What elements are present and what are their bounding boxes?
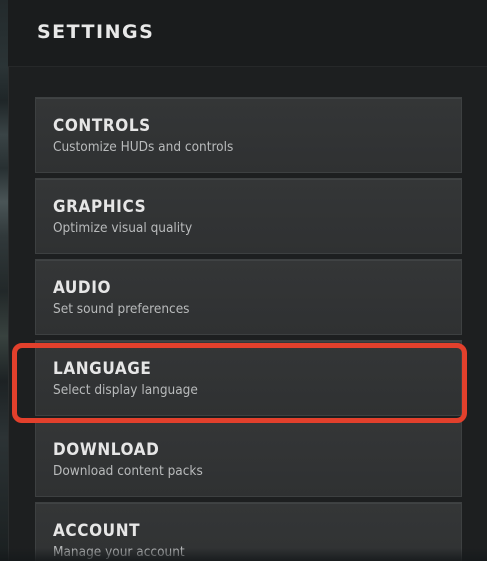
menu-item-subtitle: Select display language [53, 382, 198, 398]
menu-item-subtitle: Customize HUDs and controls [53, 139, 234, 155]
settings-screen: SETTINGS CONTROLS Customize HUDs and con… [0, 0, 487, 561]
menu-item-subtitle: Manage your account [53, 544, 185, 560]
menu-item-audio[interactable]: AUDIO Set sound preferences [35, 259, 462, 335]
page-title: SETTINGS [37, 21, 155, 43]
menu-item-download[interactable]: DOWNLOAD Download content packs [35, 421, 462, 497]
settings-panel: SETTINGS CONTROLS Customize HUDs and con… [8, 0, 487, 561]
settings-header: SETTINGS [8, 0, 487, 67]
menu-item-title: CONTROLS [53, 116, 151, 136]
menu-item-title: GRAPHICS [53, 197, 147, 217]
menu-item-title: AUDIO [53, 278, 112, 298]
menu-item-account[interactable]: ACCOUNT Manage your account [35, 502, 462, 561]
menu-item-title: DOWNLOAD [53, 440, 160, 460]
menu-item-controls[interactable]: CONTROLS Customize HUDs and controls [35, 97, 462, 173]
settings-menu: CONTROLS Customize HUDs and controls GRA… [35, 97, 462, 561]
menu-item-subtitle: Set sound preferences [53, 301, 190, 317]
menu-item-title: LANGUAGE [53, 359, 152, 379]
menu-item-title: ACCOUNT [53, 521, 141, 541]
menu-item-subtitle: Optimize visual quality [53, 220, 193, 236]
menu-item-language[interactable]: LANGUAGE Select display language [35, 340, 462, 416]
menu-item-subtitle: Download content packs [53, 463, 203, 479]
menu-item-graphics[interactable]: GRAPHICS Optimize visual quality [35, 178, 462, 254]
